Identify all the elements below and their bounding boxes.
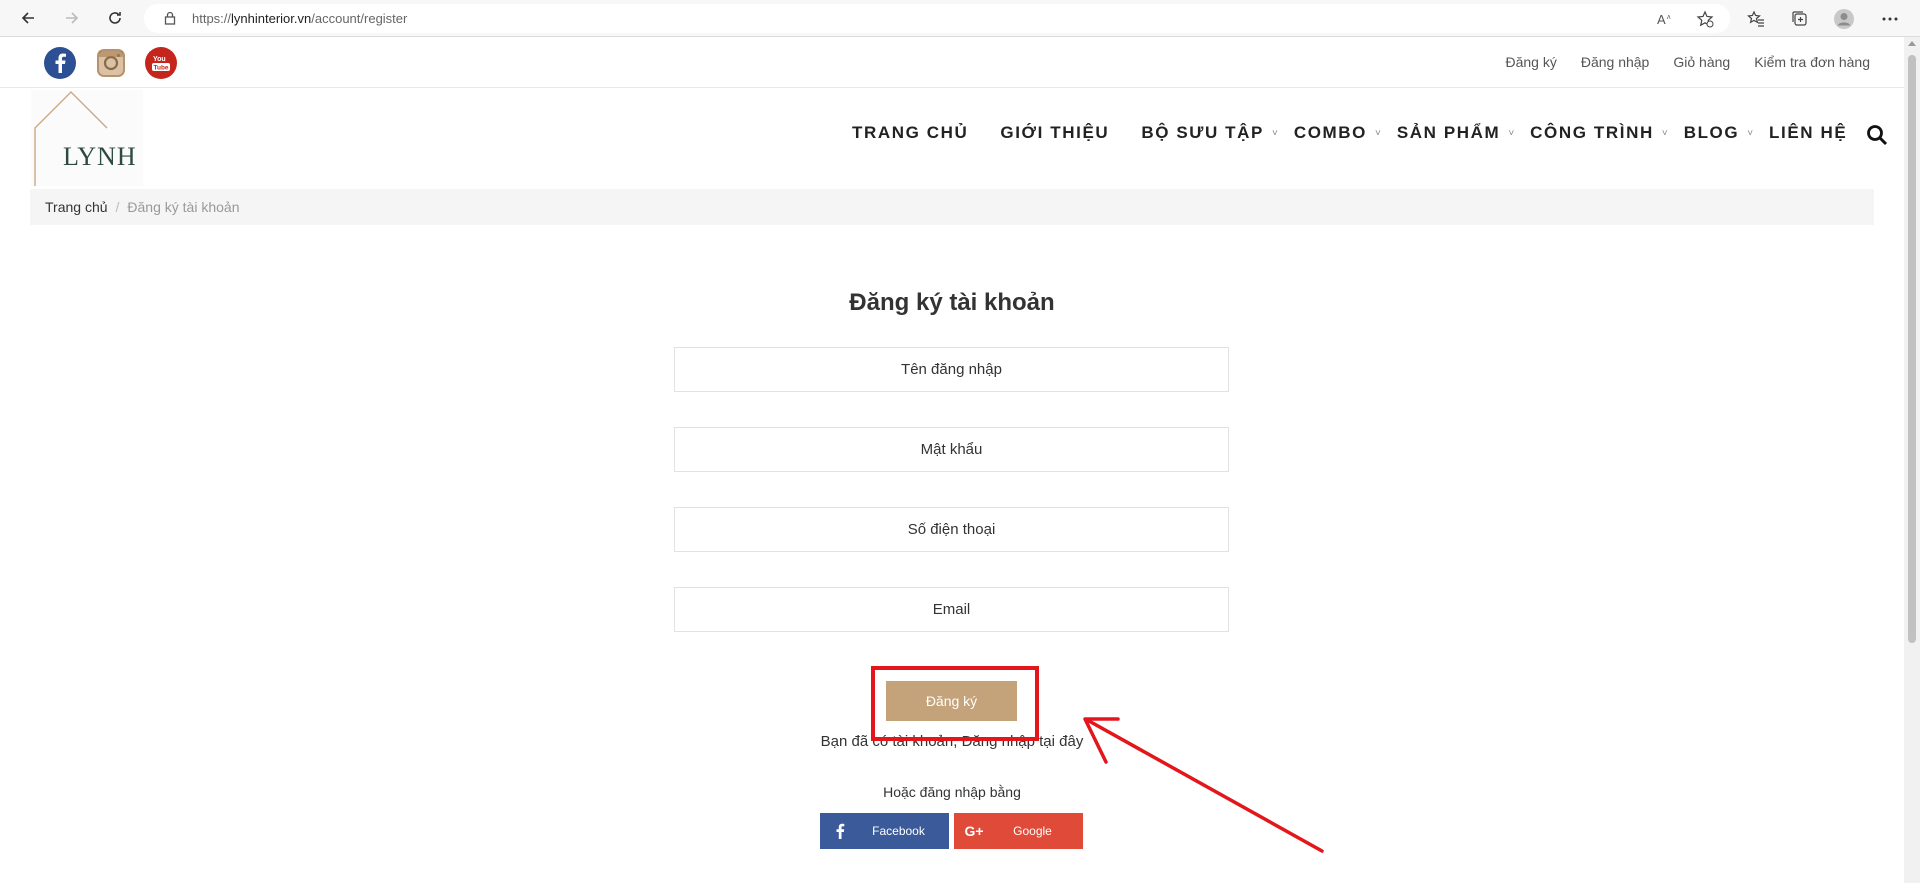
chevron-down-icon: ˅ <box>1508 127 1515 139</box>
google-login-button[interactable]: G+ Google <box>954 813 1083 849</box>
nav-item-contact[interactable]: LIÊN HỆ <box>1769 123 1847 143</box>
facebook-icon <box>820 822 860 840</box>
add-favorite-icon[interactable] <box>1695 10 1715 28</box>
annotation-arrow-icon <box>1083 717 1324 853</box>
facebook-login-label: Facebook <box>872 824 925 838</box>
phone-field[interactable] <box>674 507 1229 552</box>
account-links: Đăng ký Đăng nhập Giỏ hàng Kiểm tra đơn … <box>1505 54 1870 70</box>
username-input[interactable] <box>675 348 1228 391</box>
breadcrumb-separator: / <box>115 199 120 215</box>
login-link[interactable]: Đăng nhập <box>1581 54 1650 70</box>
top-bar: You Tube Đăng ký Đăng nhập Giỏ hàng Kiểm … <box>0 37 1904 88</box>
google-plus-icon: G+ <box>964 823 984 839</box>
chevron-down-icon: ˅ <box>1375 127 1381 139</box>
site-header: LYNH TRANG CHỦ GIỚI THIỆU BỘ SƯU TẬP ˅ CO… <box>0 88 1904 188</box>
breadcrumb: Trang chủ / Đăng ký tài khoản <box>30 189 1874 225</box>
nav-label: LIÊN HỆ <box>1769 123 1848 142</box>
nav-label: TRANG CHỦ <box>852 123 969 142</box>
chevron-down-icon: ˅ <box>1661 127 1668 139</box>
breadcrumb-current: Đăng ký tài khoản <box>127 199 240 215</box>
svg-text:ʌ: ʌ <box>1667 14 1671 21</box>
page-scrollbar[interactable] <box>1904 37 1920 883</box>
nav-label: SẢN PHẨM <box>1396 123 1501 142</box>
nav-item-about[interactable]: GIỚI THIỆU <box>1000 123 1109 143</box>
register-link[interactable]: Đăng ký <box>1505 54 1556 70</box>
instagram-icon[interactable] <box>95 47 127 79</box>
cart-link[interactable]: Giỏ hàng <box>1673 54 1730 70</box>
refresh-icon[interactable] <box>101 5 129 31</box>
facebook-login-button[interactable]: Facebook <box>820 813 949 849</box>
url-text: https://lynhinterior.vn/account/register <box>192 11 408 26</box>
svg-text:A: A <box>1657 12 1666 26</box>
site-logo[interactable]: LYNH <box>31 90 143 186</box>
nav-item-collection[interactable]: BỘ SƯU TẬP ˅ <box>1141 123 1278 143</box>
breadcrumb-home[interactable]: Trang chủ <box>45 199 108 215</box>
main-nav: TRANG CHỦ GIỚI THIỆU BỘ SƯU TẬP ˅ COMBO ˅ … <box>852 123 1847 143</box>
search-icon[interactable] <box>1866 124 1890 148</box>
order-check-link[interactable]: Kiểm tra đơn hàng <box>1754 54 1870 70</box>
svg-text:You: You <box>153 56 166 63</box>
email-input[interactable] <box>675 588 1228 631</box>
lock-icon <box>164 11 176 30</box>
nav-label: COMBO <box>1293 123 1367 142</box>
email-field[interactable] <box>674 587 1229 632</box>
password-field[interactable] <box>674 427 1229 472</box>
nav-item-home[interactable]: TRANG CHỦ <box>852 123 968 143</box>
nav-item-products[interactable]: SẢN PHẨM ˅ <box>1397 123 1514 143</box>
facebook-icon[interactable] <box>44 47 76 79</box>
password-input[interactable] <box>675 428 1228 471</box>
nav-item-blog[interactable]: BLOG ˅ <box>1684 123 1753 143</box>
more-menu-icon[interactable] <box>1876 6 1904 32</box>
favorites-icon[interactable] <box>1742 6 1770 32</box>
svg-text:Tube: Tube <box>154 65 169 72</box>
browser-toolbar: https://lynhinterior.vn/account/register… <box>0 0 1920 37</box>
nav-label: GIỚI THIỆU <box>1000 123 1110 142</box>
forward-icon[interactable] <box>58 5 86 31</box>
social-login-label: Hoặc đăng nhập bằng <box>883 784 1021 800</box>
page-title: Đăng ký tài khoản <box>849 289 1055 316</box>
chevron-down-icon: ˅ <box>1747 127 1754 139</box>
scroll-up-icon[interactable] <box>1908 41 1916 46</box>
nav-label: BỘ SƯU TẬP <box>1141 123 1264 142</box>
nav-item-combo[interactable]: COMBO ˅ <box>1294 123 1381 143</box>
username-field[interactable] <box>674 347 1229 392</box>
nav-item-projects[interactable]: CÔNG TRÌNH ˅ <box>1530 123 1668 143</box>
back-icon[interactable] <box>14 5 42 31</box>
profile-avatar-icon[interactable] <box>1830 6 1858 32</box>
chevron-down-icon: ˅ <box>1271 127 1278 139</box>
nav-label: BLOG <box>1683 123 1740 142</box>
collections-icon[interactable] <box>1786 6 1814 32</box>
logo-text: LYNH <box>63 142 137 171</box>
phone-input[interactable] <box>675 508 1228 551</box>
address-bar[interactable]: https://lynhinterior.vn/account/register… <box>144 4 1730 33</box>
youtube-icon[interactable]: You Tube <box>145 47 177 79</box>
read-aloud-icon[interactable]: Aʌ <box>1656 10 1676 28</box>
nav-label: CÔNG TRÌNH <box>1530 123 1654 142</box>
annotation-highlight-box <box>871 666 1039 741</box>
scroll-thumb[interactable] <box>1908 55 1916 643</box>
